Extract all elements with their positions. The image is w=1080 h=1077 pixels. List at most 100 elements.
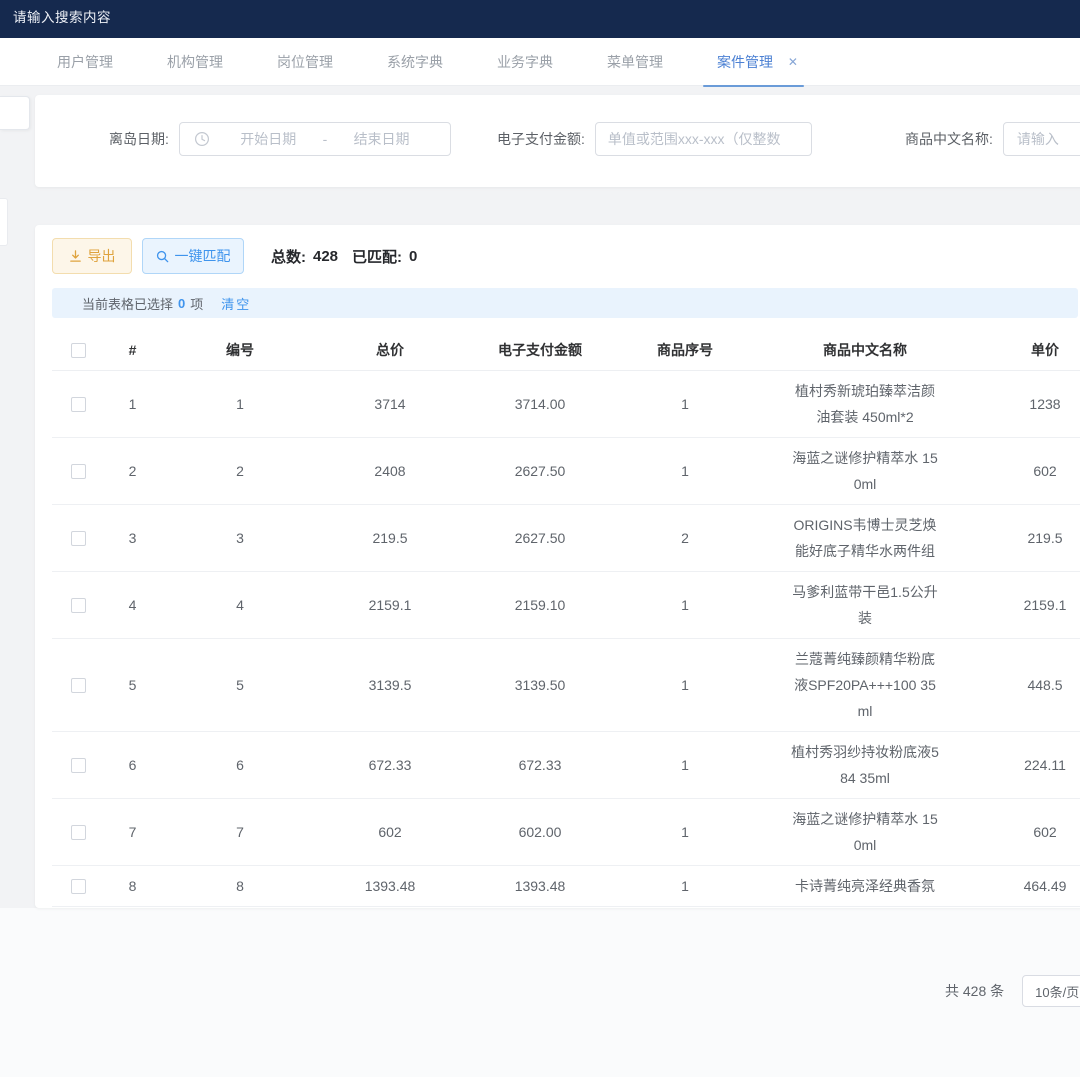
- product-name-text: ORIGINS韦博士灵芝焕能好底子精华水两件组: [789, 512, 941, 564]
- filter-depart-date: 离岛日期: 开始日期 - 结束日期: [109, 122, 451, 156]
- case-table: # 编号 总价 电子支付金额 商品序号 商品中文名称 单价 1 1 3 7 1 4 3…: [52, 330, 1080, 907]
- row-product-seq-cell: 1: [620, 370, 750, 437]
- header-unit-price: 单价: [980, 330, 1080, 370]
- epay-amount-input[interactable]: 单值或范围xxx-xxx（仅整数: [595, 122, 812, 156]
- tab-business-dict[interactable]: 业务字典: [497, 52, 553, 72]
- case-table-panel: 导出 一键匹配 总数: 428 已匹配: 0 当前表格已选择 0 项 清空: [35, 225, 1080, 908]
- product-name-text: 海蓝之谜修护精萃水 150ml: [789, 806, 941, 858]
- one-click-match-button[interactable]: 一键匹配: [142, 238, 244, 274]
- row-unit-price-cell: 602: [980, 798, 1080, 865]
- row-select-cell: [52, 504, 105, 571]
- selection-count: 0: [178, 296, 185, 311]
- tab-system-dict[interactable]: 系统字典: [387, 52, 443, 72]
- row-total-price-cell: 219.5: [320, 504, 460, 571]
- row-checkbox[interactable]: [71, 678, 86, 693]
- filter-epay-amount: 电子支付金额: 单值或范围xxx-xxx（仅整数: [497, 122, 812, 156]
- row-unit-price-cell: 2159.1: [980, 571, 1080, 638]
- page-bottom-background: [0, 908, 1080, 1077]
- row-epay-amount-cell: 1393.48: [460, 865, 620, 906]
- row-checkbox[interactable]: [71, 598, 86, 613]
- product-name-input[interactable]: 请输入: [1003, 122, 1080, 156]
- header-select-all: [52, 330, 105, 370]
- row-total-price-cell: 672.33: [320, 731, 460, 798]
- tab-menu-management[interactable]: 菜单管理: [607, 52, 663, 72]
- row-unit-price-cell: 219.5: [980, 504, 1080, 571]
- tab-user-management[interactable]: 用户管理: [57, 52, 113, 72]
- row-unit-price-cell: 464.49: [980, 865, 1080, 906]
- row-checkbox[interactable]: [71, 879, 86, 894]
- pagination-bar: 共 428 条 10条/页: [945, 975, 1080, 1007]
- row-select-cell: [52, 571, 105, 638]
- product-name-placeholder: 请输入: [1017, 129, 1059, 149]
- row-product-name-cell: 植村秀羽纱持妆粉底液584 35ml: [750, 731, 980, 798]
- table-header-row: # 编号 总价 电子支付金额 商品序号 商品中文名称 单价: [52, 330, 1080, 370]
- row-product-seq-cell: 1: [620, 865, 750, 906]
- tab-close-icon[interactable]: ✕: [788, 55, 798, 69]
- page-size-select[interactable]: 10条/页: [1022, 975, 1080, 1007]
- row-epay-amount-cell: 2627.50: [460, 504, 620, 571]
- row-product-name-cell: 卡诗菁纯亮泽经典香氛: [750, 865, 980, 906]
- row-code-cell: 6: [160, 731, 320, 798]
- row-product-name-cell: 海蓝之谜修护精萃水 150ml: [750, 798, 980, 865]
- global-search-input[interactable]: 请输入搜索内容: [13, 6, 111, 26]
- header-product-seq: 商品序号: [620, 330, 750, 370]
- clear-selection-link[interactable]: 清空: [221, 294, 251, 313]
- header-total-price: 总价: [320, 330, 460, 370]
- row-checkbox[interactable]: [71, 825, 86, 840]
- row-select-cell: [52, 731, 105, 798]
- row-checkbox[interactable]: [71, 464, 86, 479]
- header-index: #: [105, 330, 160, 370]
- tab-case-management[interactable]: 案件管理 ✕: [717, 52, 798, 72]
- filter-product-name: 商品中文名称: 请输入: [905, 122, 1080, 156]
- table-body: 1 1 3714 3714.00 1 植村秀新琥珀臻萃洁颜油套装 450ml*2…: [52, 370, 1080, 906]
- pagination-total: 共 428 条: [945, 981, 1004, 1001]
- tab-bar: 用户管理 机构管理 岗位管理 系统字典 业务字典 菜单管理 案件管理 ✕: [0, 38, 1080, 86]
- total-label: 总数:: [271, 246, 306, 267]
- row-code-cell: 4: [160, 571, 320, 638]
- row-index-cell: 8: [105, 865, 160, 906]
- select-all-checkbox[interactable]: [71, 343, 86, 358]
- row-unit-price-cell: 448.5: [980, 638, 1080, 731]
- matched-value: 0: [409, 248, 417, 265]
- row-code-cell: 7: [160, 798, 320, 865]
- row-index-cell: 5: [105, 638, 160, 731]
- table-row: 4 4 2159.1 2159.10 1 马爹利蓝带干邑1.5公升装 2159.…: [52, 571, 1080, 638]
- filter-panel: 离岛日期: 开始日期 - 结束日期 电子支付金额: 单值或范围xxx-xxx（仅…: [35, 95, 1080, 187]
- table-row: 5 5 3139.5 3139.50 1 兰蔻菁纯臻颜精华粉底液SPF20PA+…: [52, 638, 1080, 731]
- product-name-text: 海蓝之谜修护精萃水 150ml: [789, 445, 941, 497]
- row-product-seq-cell: 1: [620, 638, 750, 731]
- row-code-cell: 8: [160, 865, 320, 906]
- collapsed-side-panel-fragment: [0, 96, 30, 130]
- row-checkbox[interactable]: [71, 531, 86, 546]
- row-index-cell: 3: [105, 504, 160, 571]
- header-epay-amount: 电子支付金额: [460, 330, 620, 370]
- row-total-price-cell: 3139.5: [320, 638, 460, 731]
- date-range-input[interactable]: 开始日期 - 结束日期: [179, 122, 451, 156]
- product-name-text: 植村秀羽纱持妆粉底液584 35ml: [789, 739, 941, 791]
- export-button-label: 导出: [88, 246, 116, 266]
- row-code-cell: 2: [160, 437, 320, 504]
- row-index-cell: 2: [105, 437, 160, 504]
- row-product-seq-cell: 2: [620, 504, 750, 571]
- table-toolbar: 导出 一键匹配 总数: 428 已匹配: 0: [52, 238, 1078, 274]
- row-select-cell: [52, 798, 105, 865]
- row-index-cell: 7: [105, 798, 160, 865]
- row-select-cell: [52, 865, 105, 906]
- row-product-name-cell: 植村秀新琥珀臻萃洁颜油套装 450ml*2: [750, 370, 980, 437]
- row-checkbox[interactable]: [71, 758, 86, 773]
- search-icon: [156, 250, 169, 263]
- end-date-placeholder[interactable]: 结束日期: [327, 129, 436, 149]
- clock-icon: [194, 131, 210, 147]
- start-date-placeholder[interactable]: 开始日期: [214, 129, 323, 149]
- tab-post-management[interactable]: 岗位管理: [277, 52, 333, 72]
- selection-info-bar: 当前表格已选择 0 项 清空: [52, 288, 1078, 318]
- row-select-cell: [52, 638, 105, 731]
- export-button[interactable]: 导出: [52, 238, 132, 274]
- row-code-cell: 5: [160, 638, 320, 731]
- row-product-seq-cell: 1: [620, 731, 750, 798]
- row-total-price-cell: 1393.48: [320, 865, 460, 906]
- row-index-cell: 6: [105, 731, 160, 798]
- tab-org-management[interactable]: 机构管理: [167, 52, 223, 72]
- row-checkbox[interactable]: [71, 397, 86, 412]
- row-epay-amount-cell: 602.00: [460, 798, 620, 865]
